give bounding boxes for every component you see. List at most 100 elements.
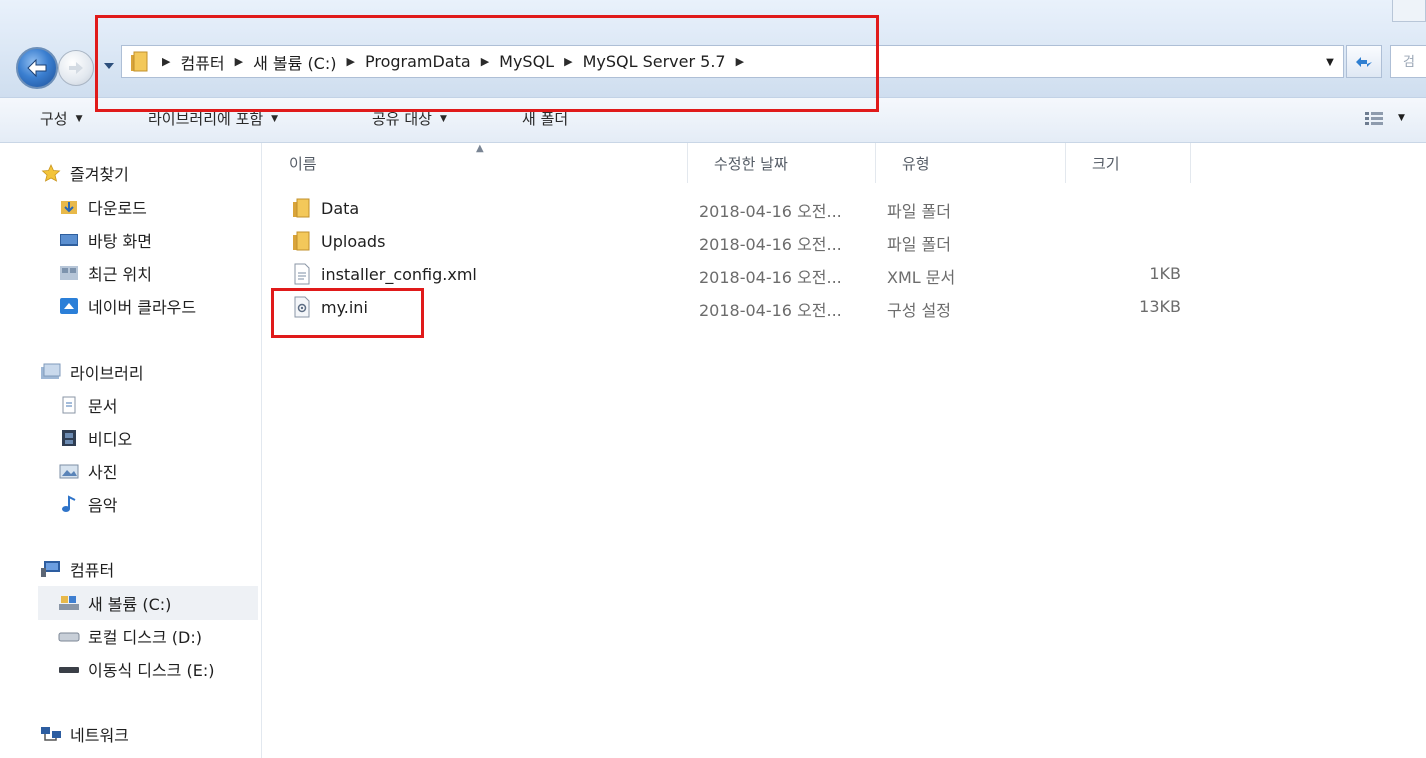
breadcrumb-separator[interactable]: ▶ [162,55,170,68]
column-header-label: 수정한 날짜 [714,154,788,173]
breadcrumb-separator[interactable]: ▶ [481,55,489,68]
breadcrumb-mysql[interactable]: MySQL [499,52,554,71]
downloads-icon [58,198,80,216]
file-row-my-ini[interactable]: my.ini 2018-04-16 오전... 구성 설정 13KB [263,291,1426,323]
sidebar-computer[interactable]: 컴퓨터 [40,554,114,584]
sidebar-libraries[interactable]: 라이브러리 [40,357,144,387]
file-row-installer-config[interactable]: installer_config.xml 2018-04-16 오전... XM… [263,258,1426,290]
sidebar-item-naver-cloud[interactable]: 네이버 클라우드 [58,291,196,321]
chevron-down-icon: ▼ [271,113,279,124]
sidebar-item-downloads[interactable]: 다운로드 [58,192,147,222]
documents-icon [58,396,80,414]
include-library-label: 라이브러리에 포함 [148,110,264,128]
video-icon [58,429,80,447]
sidebar-computer-label: 컴퓨터 [70,561,115,580]
breadcrumb-separator[interactable]: ▶ [347,55,355,68]
organize-button[interactable]: 구성 ▼ [40,108,83,129]
folder-icon [291,198,313,218]
sidebar-item-label: 로컬 디스크 (D:) [88,628,202,647]
file-date: 2018-04-16 오전... [699,268,842,287]
sidebar-item-label: 비디오 [88,430,133,449]
recent-pages-dropdown[interactable] [101,58,117,74]
file-name: installer_config.xml [321,264,477,284]
file-date: 2018-04-16 오전... [699,235,842,254]
sidebar-item-pictures[interactable]: 사진 [58,456,117,486]
pictures-icon [58,462,80,480]
file-size: 13KB [1139,297,1181,316]
column-header-label: 유형 [902,154,930,173]
sidebar-item-desktop[interactable]: 바탕 화면 [58,225,152,255]
include-in-library-button[interactable]: 라이브러리에 포함 ▼ [148,108,278,129]
network-icon [40,725,62,743]
sidebar-item-label: 바탕 화면 [88,232,152,251]
file-name-cell: my.ini [291,296,368,318]
column-header-label: 이름 [289,154,317,173]
share-with-button[interactable]: 공유 대상 ▼ [372,108,447,129]
column-header-size[interactable]: 크기 [1066,143,1191,183]
sidebar-item-drive-c[interactable]: 새 볼륨 (C:) [58,588,171,618]
drive-d-icon [58,627,80,645]
library-icon [40,363,62,381]
sidebar-item-label: 새 볼륨 (C:) [88,595,172,614]
settings-file-icon [291,296,313,318]
sort-ascending-icon: ▲ [476,143,484,154]
address-bar[interactable]: ▶ 컴퓨터 ▶ 새 볼륨 (C:) ▶ ProgramData ▶ MySQL … [121,45,1344,78]
back-button[interactable] [16,47,58,89]
navigation-pane: 즐겨찾기 다운로드 바탕 화면 최근 위치 네이버 클라우드 라이브러리 문서 … [0,143,262,758]
address-history-dropdown[interactable]: ▼ [1321,51,1339,73]
file-size: 1KB [1149,264,1181,283]
folder-icon [291,231,313,251]
sidebar-item-recent-places[interactable]: 최근 위치 [58,258,152,288]
sidebar-item-music[interactable]: 음악 [58,489,117,519]
window-control-button[interactable] [1392,0,1426,22]
file-name-cell: Data [291,198,359,218]
column-header-date[interactable]: 수정한 날짜 [688,143,876,183]
file-row-data[interactable]: Data 2018-04-16 오전... 파일 폴더 [263,192,1426,224]
search-input[interactable]: 검 [1390,45,1426,78]
sidebar-favorites-label: 즐겨찾기 [70,165,129,184]
star-icon [40,164,62,182]
sidebar-item-label: 사진 [88,463,118,482]
view-options-button[interactable]: ▼ [1364,110,1405,126]
file-type: 파일 폴더 [887,235,951,254]
file-type: XML 문서 [887,268,956,287]
sidebar-item-label: 음악 [88,496,118,515]
file-date: 2018-04-16 오전... [699,301,842,320]
file-list: 이름 ▲ 수정한 날짜 유형 크기 Data 2018-04-16 오전... … [263,143,1426,758]
file-row-uploads[interactable]: Uploads 2018-04-16 오전... 파일 폴더 [263,225,1426,257]
breadcrumb-separator[interactable]: ▶ [564,55,572,68]
column-header-name[interactable]: 이름 ▲ [263,143,688,183]
breadcrumb-programdata[interactable]: ProgramData [365,52,471,71]
breadcrumb-computer[interactable]: 컴퓨터 [180,50,224,74]
share-label: 공유 대상 [372,110,432,128]
recent-places-icon [58,264,80,282]
file-name-cell: Uploads [291,231,385,251]
refresh-button[interactable] [1346,45,1382,78]
chevron-down-icon [104,63,114,69]
column-header-type[interactable]: 유형 [876,143,1066,183]
breadcrumb-separator[interactable]: ▶ [736,55,744,68]
file-type: 파일 폴더 [887,202,951,221]
sidebar-item-drive-d[interactable]: 로컬 디스크 (D:) [58,621,202,651]
new-folder-button[interactable]: 새 폴더 [522,108,568,129]
breadcrumb-separator[interactable]: ▶ [235,55,243,68]
back-arrow-icon [27,58,47,78]
sidebar-network[interactable]: 네트워크 [40,719,129,749]
sidebar-favorites[interactable]: 즐겨찾기 [40,158,129,188]
breadcrumb-drive-c[interactable]: 새 볼륨 (C:) [253,50,336,74]
sidebar-item-documents[interactable]: 문서 [58,390,117,420]
column-header-label: 크기 [1092,154,1120,173]
sidebar-item-drive-e[interactable]: 이동식 디스크 (E:) [58,654,214,684]
forward-button[interactable] [58,50,94,86]
music-icon [58,495,80,513]
breadcrumb-mysql-server[interactable]: MySQL Server 5.7 [583,52,726,71]
chevron-down-icon: ▼ [439,113,447,124]
drive-c-icon [58,594,80,612]
sidebar-item-videos[interactable]: 비디오 [58,423,132,453]
command-toolbar: 구성 ▼ 라이브러리에 포함 ▼ 공유 대상 ▼ 새 폴더 ▼ [0,98,1426,143]
organize-label: 구성 [40,110,68,128]
removable-drive-icon [58,660,80,678]
chevron-down-icon: ▼ [75,113,83,124]
forward-arrow-icon [69,62,83,74]
file-date: 2018-04-16 오전... [699,202,842,221]
